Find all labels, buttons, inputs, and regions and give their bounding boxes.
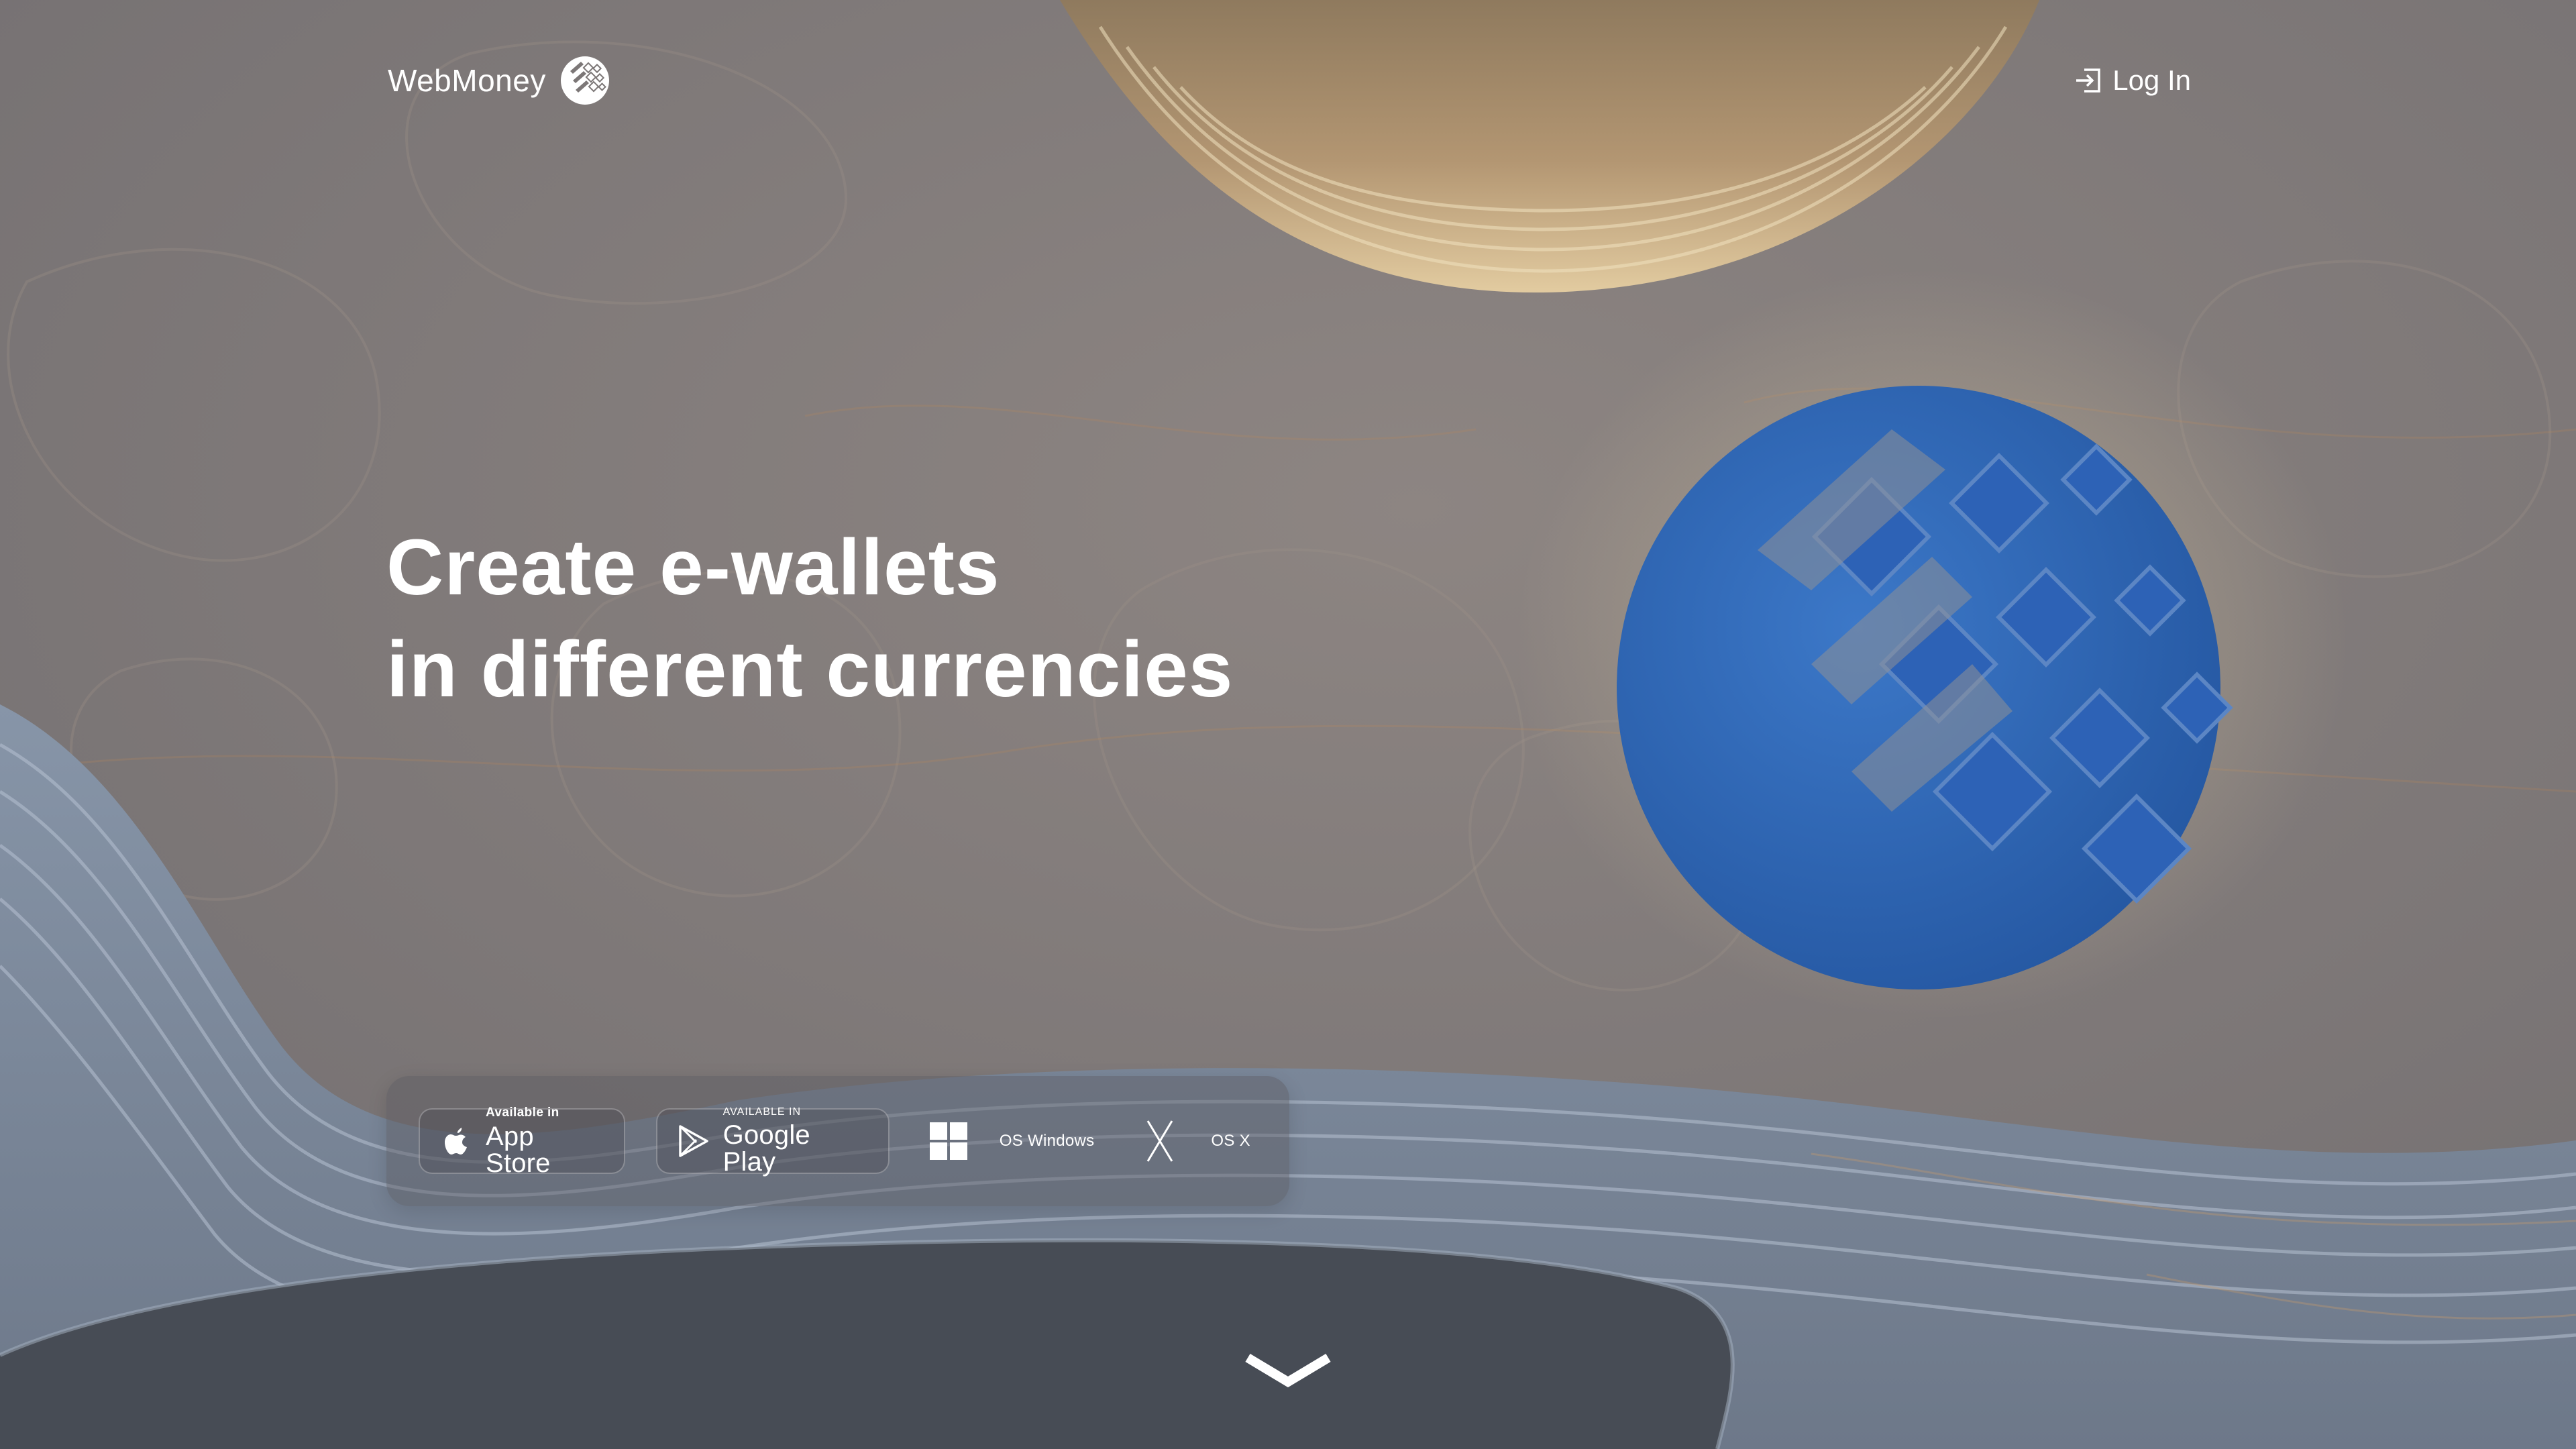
login-arrow-icon (2076, 68, 2100, 93)
google-play-label: Google Play (722, 1120, 810, 1177)
app-store-text: Available in App Store (486, 1106, 606, 1177)
app-store-label: App Store (486, 1121, 551, 1178)
background-illustration (0, 0, 2576, 1449)
windows-label: OS Windows (999, 1132, 1095, 1150)
hero-line-1: Create e-wallets (386, 523, 1000, 612)
hero-heading: Create e-wallets in different currencies (386, 517, 1233, 720)
chevron-down-icon[interactable] (1244, 1352, 1332, 1393)
webmoney-globe-icon (560, 56, 609, 105)
app-store-button[interactable]: Available in App Store (419, 1106, 625, 1177)
osx-label: OS X (1211, 1132, 1250, 1150)
x-icon (1147, 1120, 1173, 1162)
download-bar: Available in App Store AVAILABLE IN Goog… (386, 1076, 1289, 1206)
brand-link[interactable]: WebMoney (388, 54, 612, 107)
apple-icon (445, 1128, 467, 1155)
windows-icon (929, 1122, 967, 1160)
google-play-text: AVAILABLE IN Google Play (722, 1106, 871, 1177)
windows-download-link[interactable]: OS Windows (920, 1120, 1102, 1163)
header: WebMoney Log In (388, 52, 2191, 109)
osx-download-link[interactable]: OS X (1132, 1120, 1257, 1163)
google-play-icon (678, 1125, 708, 1157)
landing-page: WebMoney Log In Create e-wallets in diff… (0, 0, 2576, 1449)
google-play-button[interactable]: AVAILABLE IN Google Play (655, 1106, 890, 1177)
brand-name: WebMoney (388, 63, 546, 98)
login-label: Log In (2112, 64, 2191, 96)
google-play-small-label: AVAILABLE IN (722, 1106, 802, 1118)
hero-line-2: in different currencies (386, 625, 1234, 714)
login-button[interactable]: Log In (2074, 64, 2191, 97)
app-store-small-label: Available in (486, 1105, 559, 1120)
